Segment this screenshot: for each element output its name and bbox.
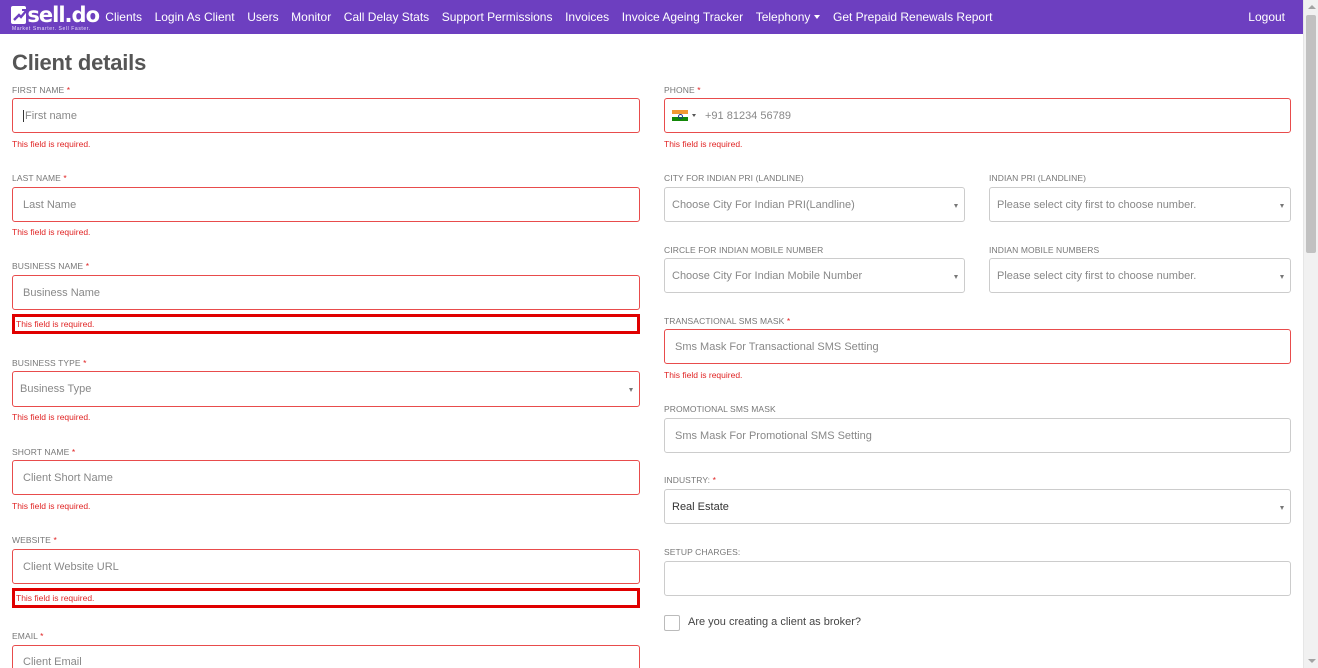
phone-label: Phone * xyxy=(664,85,701,95)
transactional-sms-placeholder: Sms Mask For Transactional SMS Setting xyxy=(675,340,879,353)
industry-select[interactable]: Real Estate xyxy=(664,489,1291,524)
email-input[interactable]: Client Email xyxy=(12,645,640,668)
broker-checkbox-label[interactable]: Are you creating a client as broker? xyxy=(688,616,861,628)
transactional-sms-input[interactable]: Sms Mask For Transactional SMS Setting xyxy=(664,329,1291,364)
nav-menu: Clients Login As Client Users Monitor Ca… xyxy=(99,0,999,34)
business-name-input[interactable]: Business Name xyxy=(12,275,640,310)
phone-placeholder: +91 81234 56789 xyxy=(705,109,791,122)
nav-telephony-dropdown[interactable]: Telephony xyxy=(749,0,826,34)
nav-prepaid-renewals-report[interactable]: Get Prepaid Renewals Report xyxy=(827,0,999,34)
website-input[interactable]: Client Website URL xyxy=(12,549,640,584)
business-type-value: Business Type xyxy=(20,383,92,395)
short-name-label: Short name * xyxy=(12,447,76,457)
business-type-error: This field is required. xyxy=(12,412,91,422)
nav-clients[interactable]: Clients xyxy=(99,0,148,34)
country-caret-icon xyxy=(692,114,696,117)
city-pri-label: City for Indian PRI (landline) xyxy=(664,173,804,183)
logout-link[interactable]: Logout xyxy=(1248,0,1285,34)
scrollbar-thumb[interactable] xyxy=(1306,15,1316,253)
transactional-sms-label: Transactional SMS mask * xyxy=(664,316,791,326)
city-pri-value: Choose City For Indian PRI(Landline) xyxy=(672,198,855,211)
caret-down-icon xyxy=(814,15,821,19)
page-title: Client details xyxy=(12,50,147,75)
select-caret-icon xyxy=(954,275,958,279)
short-name-error: This field is required. xyxy=(12,501,91,511)
setup-charges-label: Setup charges: xyxy=(664,547,741,557)
logo-tagline: Market Smarter. Sell Faster. xyxy=(12,26,91,32)
business-type-select[interactable]: Business Type xyxy=(12,371,640,407)
industry-label: Industry: * xyxy=(664,475,716,485)
nav-invoices[interactable]: Invoices xyxy=(559,0,616,34)
last-name-input[interactable]: Last Name xyxy=(12,187,640,222)
nav-users[interactable]: Users xyxy=(241,0,285,34)
page-scrollbar[interactable] xyxy=(1303,0,1318,668)
email-label: Email * xyxy=(12,631,44,641)
scroll-up-arrow-icon[interactable] xyxy=(1308,5,1316,9)
broker-checkbox[interactable] xyxy=(664,615,680,631)
logo-text: sell.do xyxy=(27,3,100,27)
india-flag-icon[interactable] xyxy=(672,110,688,122)
business-name-placeholder: Business Name xyxy=(23,286,101,299)
short-name-input[interactable]: Client Short Name xyxy=(12,460,640,495)
top-navbar: sell.do Market Smarter. Sell Faster. Cli… xyxy=(0,0,1303,34)
first-name-input[interactable]: First name xyxy=(12,98,640,133)
scroll-down-arrow-icon[interactable] xyxy=(1308,659,1316,663)
first-name-placeholder: First name xyxy=(25,109,77,122)
select-caret-icon xyxy=(1280,275,1284,279)
last-name-error: This field is required. xyxy=(12,227,91,237)
select-caret-icon xyxy=(1280,506,1284,510)
select-caret-icon xyxy=(954,204,958,208)
promotional-sms-label: Promotional SMS mask xyxy=(664,404,776,414)
nav-telephony-label: Telephony xyxy=(755,10,811,24)
email-placeholder: Client Email xyxy=(23,656,82,668)
mobile-numbers-select[interactable]: Please select city first to choose numbe… xyxy=(989,258,1291,293)
website-label: Website * xyxy=(12,535,57,545)
promotional-sms-input[interactable]: Sms Mask For Promotional SMS Setting xyxy=(664,418,1291,453)
select-caret-icon xyxy=(629,388,633,392)
website-error: This field is required. xyxy=(12,588,640,608)
logo-chart-icon xyxy=(11,6,28,24)
setup-charges-input[interactable] xyxy=(664,561,1291,596)
indian-pri-select[interactable]: Please select city first to choose numbe… xyxy=(989,187,1291,222)
business-type-label: Business type * xyxy=(12,358,87,368)
city-pri-select[interactable]: Choose City For Indian PRI(Landline) xyxy=(664,187,965,222)
select-caret-icon xyxy=(1280,204,1284,208)
nav-monitor[interactable]: Monitor xyxy=(285,0,338,34)
industry-value: Real Estate xyxy=(672,500,729,513)
website-placeholder: Client Website URL xyxy=(23,560,119,573)
nav-login-as-client[interactable]: Login As Client xyxy=(148,0,241,34)
mobile-numbers-label: Indian mobile numbers xyxy=(989,245,1100,255)
indian-pri-label: Indian PRI (landline) xyxy=(989,173,1087,183)
business-name-error: This field is required. xyxy=(12,314,640,334)
business-name-label: Business name * xyxy=(12,261,90,271)
circle-mobile-select[interactable]: Choose City For Indian Mobile Number xyxy=(664,258,965,293)
nav-support-permissions[interactable]: Support Permissions xyxy=(435,0,558,34)
circle-mobile-label: Circle for Indian mobile number xyxy=(664,245,824,255)
last-name-label: Last name * xyxy=(12,173,67,183)
indian-pri-value: Please select city first to choose numbe… xyxy=(997,198,1197,211)
text-cursor xyxy=(23,109,24,122)
first-name-label: First name * xyxy=(12,85,71,95)
transactional-sms-error: This field is required. xyxy=(664,370,743,380)
nav-invoice-ageing-tracker[interactable]: Invoice Ageing Tracker xyxy=(615,0,749,34)
short-name-placeholder: Client Short Name xyxy=(23,471,113,484)
phone-input[interactable]: +91 81234 56789 xyxy=(664,98,1291,133)
circle-mobile-value: Choose City For Indian Mobile Number xyxy=(672,269,863,282)
sell-do-logo[interactable]: sell.do Market Smarter. Sell Faster. xyxy=(11,0,100,34)
phone-error: This field is required. xyxy=(664,139,743,149)
last-name-placeholder: Last Name xyxy=(23,198,77,211)
nav-call-delay-stats[interactable]: Call Delay Stats xyxy=(337,0,435,34)
mobile-numbers-value: Please select city first to choose numbe… xyxy=(997,269,1197,282)
first-name-error: This field is required. xyxy=(12,139,91,149)
promotional-sms-placeholder: Sms Mask For Promotional SMS Setting xyxy=(675,429,872,442)
